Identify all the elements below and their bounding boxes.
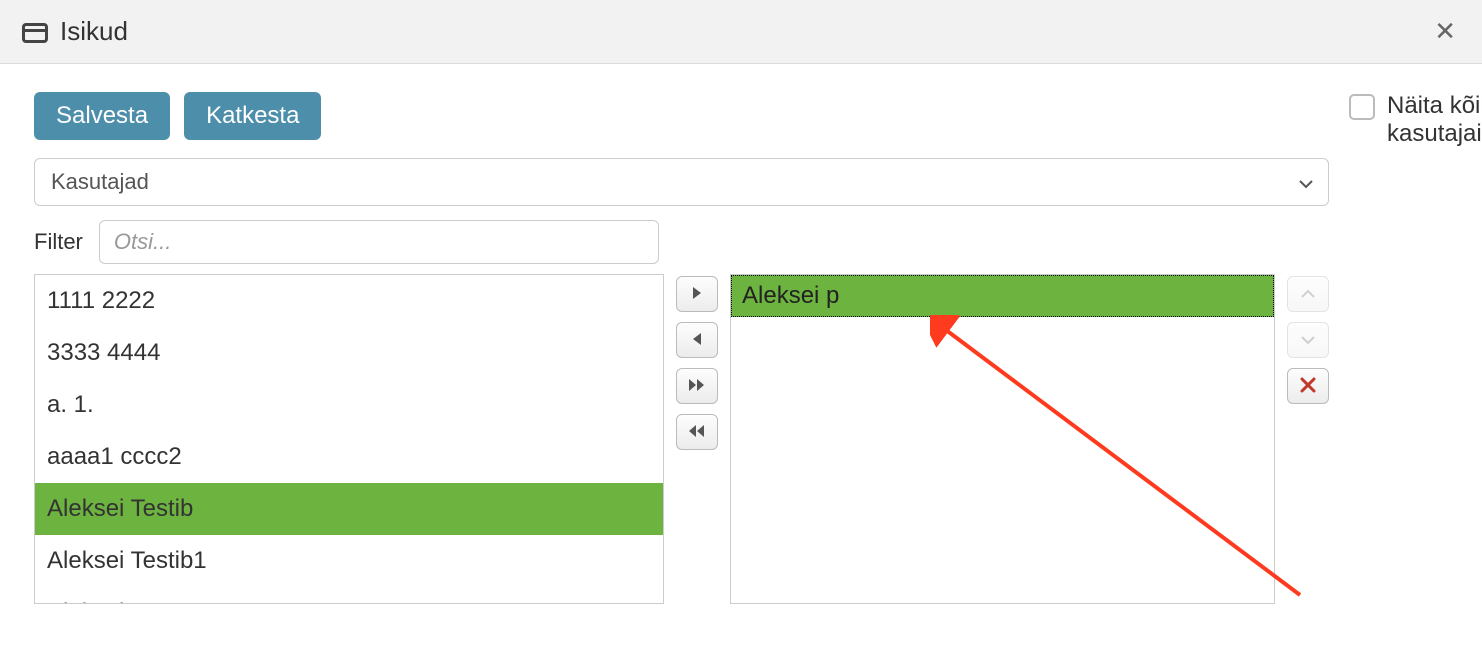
- list-item[interactable]: aaaa1 cccc2: [35, 431, 663, 483]
- add-all-button[interactable]: [676, 368, 718, 404]
- close-icon[interactable]: ✕: [1430, 12, 1460, 51]
- remove-all-button[interactable]: [676, 414, 718, 450]
- dialog-body: Salvesta Katkesta Kasutajad Filter 1111 …: [0, 64, 1482, 604]
- triangle-right-icon: [691, 286, 703, 303]
- delete-button[interactable]: [1287, 368, 1329, 404]
- available-listbox[interactable]: 1111 22223333 4444a. 1.aaaa1 cccc2Alekse…: [34, 274, 664, 604]
- double-triangle-left-icon: [688, 424, 706, 441]
- list-item[interactable]: a. 1.: [35, 379, 663, 431]
- list-item[interactable]: 1111 2222: [35, 275, 663, 327]
- cancel-button[interactable]: Katkesta: [184, 92, 321, 140]
- dialog-header: Isikud ✕: [0, 0, 1482, 64]
- chosen-listbox[interactable]: Aleksei p: [730, 274, 1275, 604]
- show-all-label: Näita kõikide üksuste kasutajaid/kasutaj…: [1387, 92, 1482, 148]
- picker-row: 1111 22223333 4444a. 1.aaaa1 cccc2Alekse…: [34, 274, 1329, 604]
- type-select[interactable]: Kasutajad: [34, 158, 1329, 206]
- button-row: Salvesta Katkesta: [34, 92, 1329, 140]
- window-icon: [22, 23, 48, 43]
- right-column: Näita kõikide üksuste kasutajaid/kasutaj…: [1349, 92, 1482, 148]
- list-item[interactable]: Aleksei p: [731, 275, 1274, 317]
- header-left: Isikud: [22, 16, 128, 47]
- list-item[interactable]: Aleksei New: [35, 587, 663, 603]
- left-column: Salvesta Katkesta Kasutajad Filter 1111 …: [34, 92, 1329, 604]
- chevron-up-icon: [1300, 287, 1316, 302]
- list-item[interactable]: 3333 4444: [35, 327, 663, 379]
- add-button[interactable]: [676, 276, 718, 312]
- remove-button[interactable]: [676, 322, 718, 358]
- list-item[interactable]: Aleksei Testib1: [35, 535, 663, 587]
- filter-row: Filter: [34, 220, 1329, 264]
- chevron-down-icon: [1300, 333, 1316, 348]
- show-all-checkbox[interactable]: [1349, 94, 1375, 120]
- list-item[interactable]: Aleksei Testib: [35, 483, 663, 535]
- filter-label: Filter: [34, 229, 83, 255]
- move-up-button[interactable]: [1287, 276, 1329, 312]
- search-input[interactable]: [99, 220, 659, 264]
- show-all-checkbox-row[interactable]: Näita kõikide üksuste kasutajaid/kasutaj…: [1349, 92, 1482, 148]
- triangle-left-icon: [691, 332, 703, 349]
- save-button[interactable]: Salvesta: [34, 92, 170, 140]
- type-select-wrap: Kasutajad: [34, 158, 1329, 206]
- page-title: Isikud: [60, 16, 128, 47]
- transfer-buttons: [676, 274, 718, 450]
- x-icon: [1299, 376, 1317, 397]
- reorder-buttons: [1287, 274, 1329, 404]
- double-triangle-right-icon: [688, 378, 706, 395]
- move-down-button[interactable]: [1287, 322, 1329, 358]
